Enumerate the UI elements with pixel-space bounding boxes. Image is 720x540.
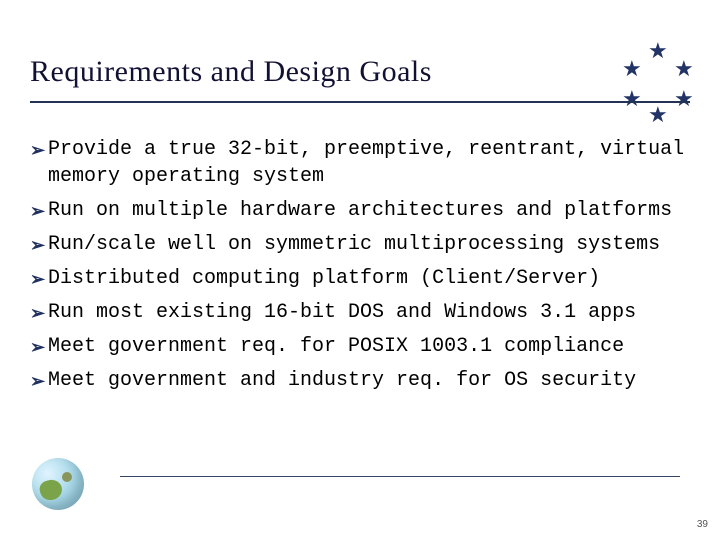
list-item-text: Meet government and industry req. for OS…: [48, 367, 690, 394]
arrow-icon: ➢: [30, 199, 48, 223]
footer-divider: [120, 476, 680, 477]
list-item: ➢ Run on multiple hardware architectures…: [30, 197, 690, 224]
list-item-text: Run/scale well on symmetric multiprocess…: [48, 231, 690, 258]
arrow-icon: ➢: [30, 138, 48, 162]
list-item-text: Run most existing 16-bit DOS and Windows…: [48, 299, 690, 326]
bullet-list: ➢ Provide a true 32-bit, preemptive, ree…: [30, 121, 690, 394]
list-item-text: Meet government req. for POSIX 1003.1 co…: [48, 333, 690, 360]
list-item-text: Provide a true 32-bit, preemptive, reent…: [48, 136, 690, 190]
arrow-icon: ➢: [30, 369, 48, 393]
title-underline: [30, 101, 690, 103]
list-item: ➢ Meet government req. for POSIX 1003.1 …: [30, 333, 690, 360]
list-item-text: Run on multiple hardware architectures a…: [48, 197, 690, 224]
list-item: ➢ Distributed computing platform (Client…: [30, 265, 690, 292]
globe-icon: [32, 458, 84, 510]
list-item: ➢ Run most existing 16-bit DOS and Windo…: [30, 299, 690, 326]
arrow-icon: ➢: [30, 267, 48, 291]
arrow-icon: ➢: [30, 335, 48, 359]
arrow-icon: ➢: [30, 301, 48, 325]
list-item-text: Distributed computing platform (Client/S…: [48, 265, 690, 292]
list-item: ➢ Provide a true 32-bit, preemptive, ree…: [30, 136, 690, 190]
list-item: ➢ Run/scale well on symmetric multiproce…: [30, 231, 690, 258]
page-number: 39: [697, 519, 708, 530]
list-item: ➢ Meet government and industry req. for …: [30, 367, 690, 394]
slide: ★ ★ ★ ★ ★ ★ Requirements and Design Goal…: [0, 0, 720, 540]
header: Requirements and Design Goals: [30, 0, 690, 121]
slide-title: Requirements and Design Goals: [30, 55, 690, 89]
arrow-icon: ➢: [30, 233, 48, 257]
